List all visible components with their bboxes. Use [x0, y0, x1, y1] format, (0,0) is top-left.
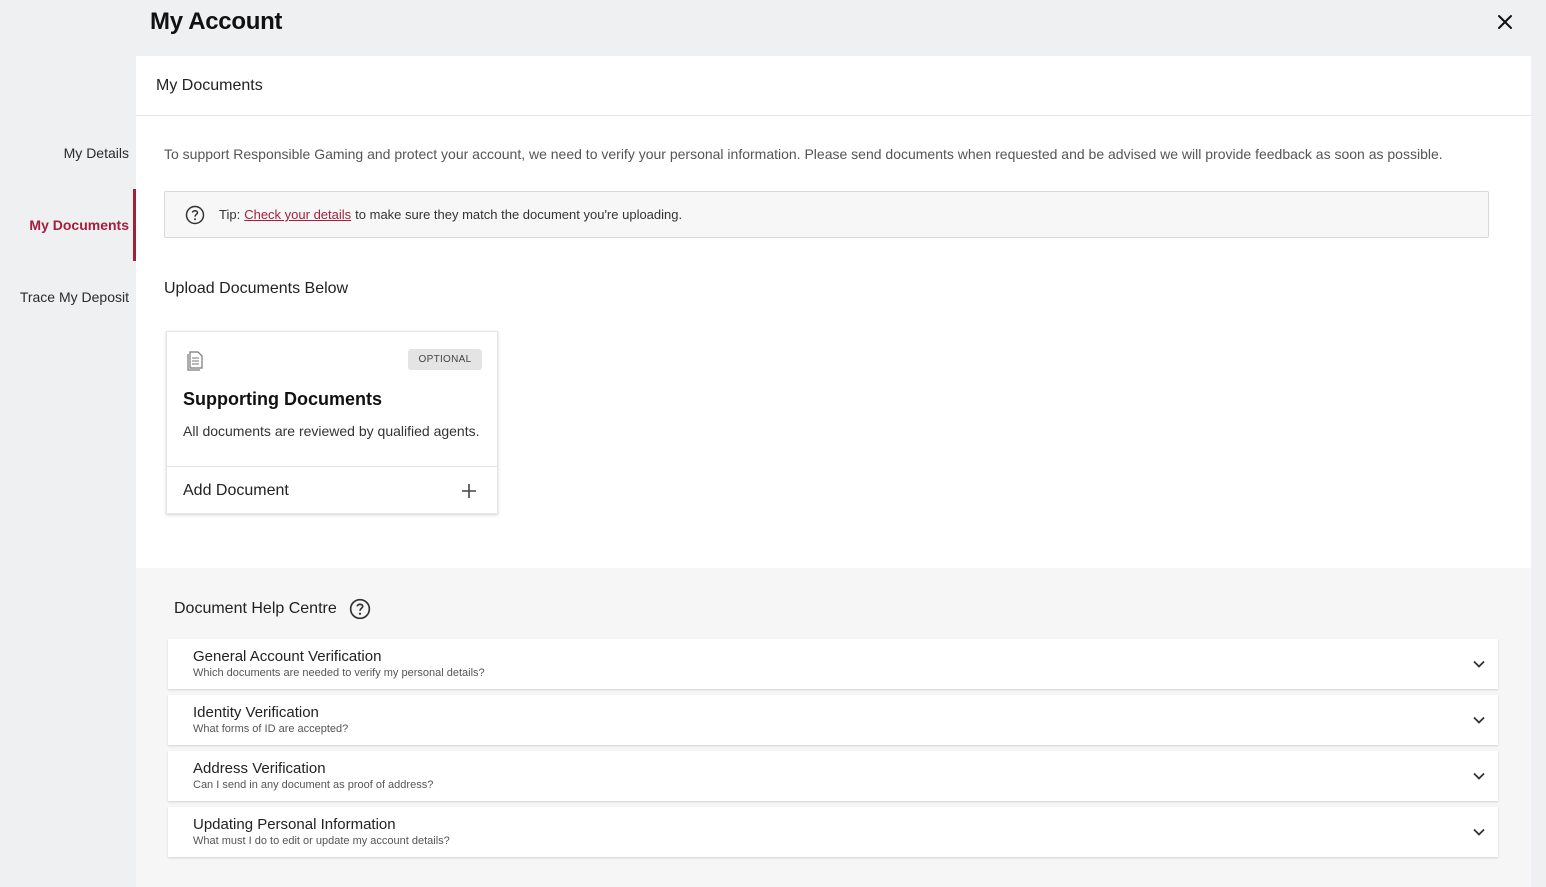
question-icon[interactable]	[349, 598, 371, 620]
accordion-subtitle: What forms of ID are accepted?	[193, 723, 349, 735]
tip-suffix: to make sure they match the document you…	[355, 207, 683, 222]
upload-title: Upload Documents Below	[164, 280, 349, 297]
accordion-updating-personal-information[interactable]: Updating Personal Information What must …	[168, 807, 1498, 857]
question-icon	[185, 205, 205, 225]
accordion-general-account-verification[interactable]: General Account Verification Which docum…	[168, 639, 1498, 689]
plus-icon	[462, 483, 476, 498]
accordion-address-verification[interactable]: Address Verification Can I send in any d…	[168, 751, 1498, 801]
sidebar-item-trace-my-deposit[interactable]: Trace My Deposit	[20, 289, 129, 305]
sidebar: My Details My Documents Trace My Deposit	[0, 56, 136, 887]
intro-text: To support Responsible Gaming and protec…	[164, 146, 1443, 162]
help-centre: Document Help Centre General Account Ver…	[136, 568, 1531, 887]
document-icon	[185, 350, 205, 377]
help-centre-title: Document Help Centre	[174, 598, 371, 620]
section-title: My Documents	[136, 56, 1531, 116]
supporting-documents-card: OPTIONAL Supporting Documents All docume…	[166, 331, 498, 514]
chevron-down-icon	[1472, 713, 1486, 727]
accordion-subtitle: Which documents are needed to verify my …	[193, 667, 485, 679]
accordion-title: General Account Verification	[193, 648, 382, 665]
accordion-subtitle: What must I do to edit or update my acco…	[193, 835, 450, 847]
check-details-link[interactable]: Check your details	[244, 207, 351, 222]
header: My Account	[0, 0, 1546, 56]
add-document-button[interactable]: Add Document	[167, 467, 497, 514]
accordion-title: Identity Verification	[193, 704, 319, 721]
close-button[interactable]	[1492, 9, 1518, 35]
optional-badge: OPTIONAL	[408, 349, 482, 370]
add-document-label: Add Document	[183, 481, 289, 499]
sidebar-item-my-documents[interactable]: My Documents	[29, 217, 129, 233]
card-description: All documents are reviewed by qualified …	[183, 423, 480, 439]
accordion-title: Updating Personal Information	[193, 816, 396, 833]
page-title: My Account	[150, 8, 283, 35]
accordion-subtitle: Can I send in any document as proof of a…	[193, 779, 434, 791]
tip-box: Tip: Check your details to make sure the…	[164, 191, 1489, 238]
accordion-title: Address Verification	[193, 760, 326, 777]
card-title: Supporting Documents	[183, 389, 382, 409]
chevron-down-icon	[1472, 769, 1486, 783]
tip-prefix: Tip:	[219, 207, 241, 222]
chevron-down-icon	[1472, 825, 1486, 839]
sidebar-item-my-details[interactable]: My Details	[64, 145, 129, 161]
help-centre-title-text: Document Help Centre	[174, 600, 337, 617]
accordion-identity-verification[interactable]: Identity Verification What forms of ID a…	[168, 695, 1498, 745]
documents-panel: My Documents To support Responsible Gami…	[136, 56, 1531, 568]
chevron-down-icon	[1472, 657, 1486, 671]
close-icon	[1498, 15, 1512, 29]
